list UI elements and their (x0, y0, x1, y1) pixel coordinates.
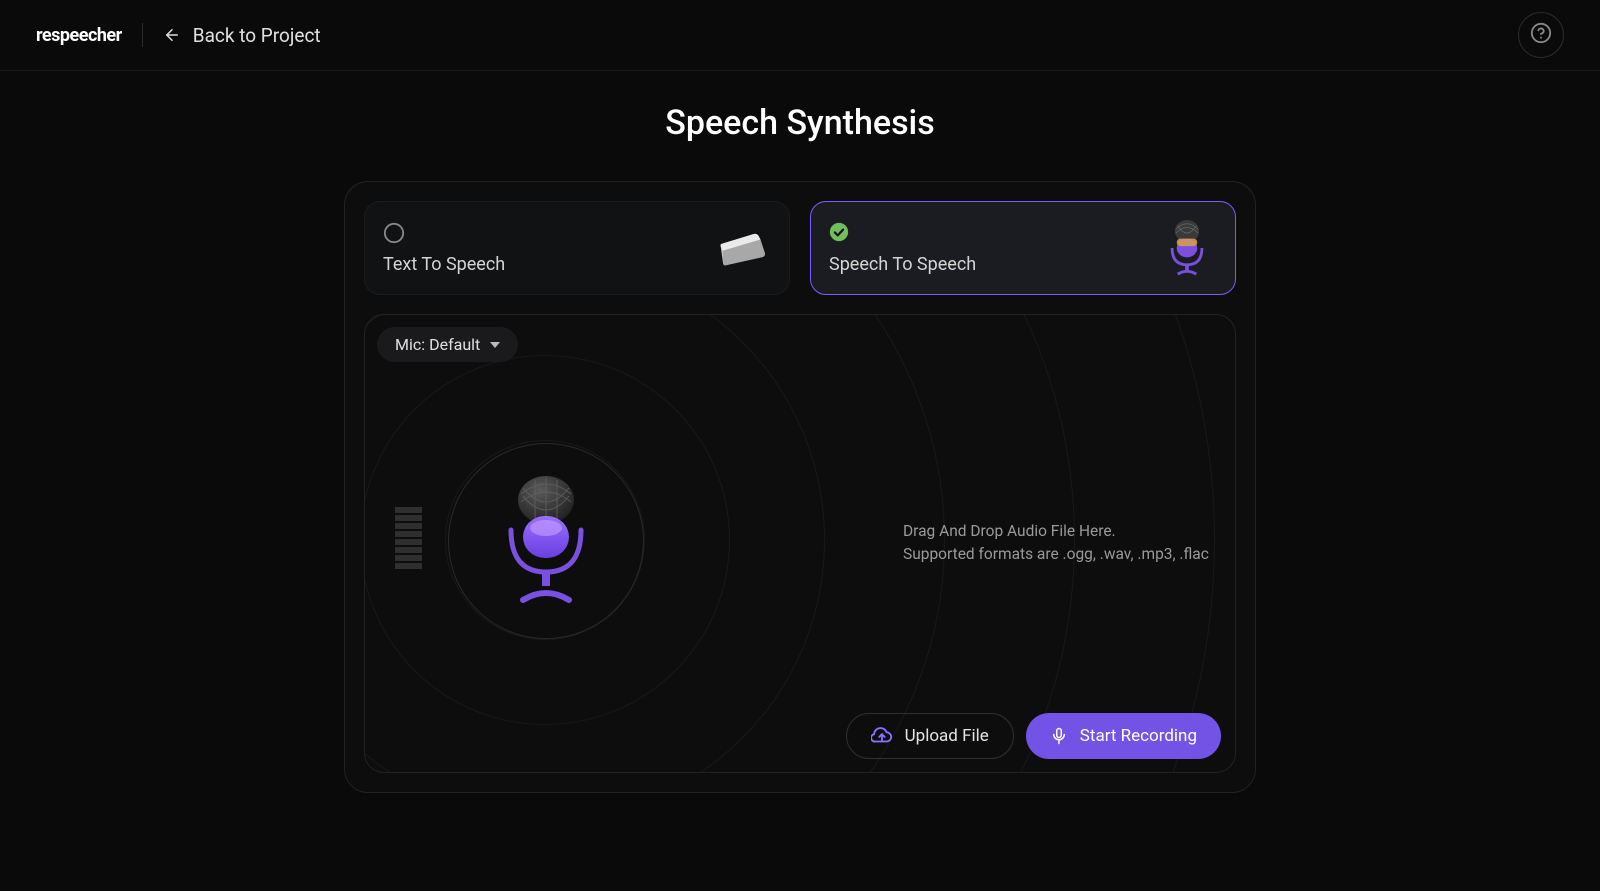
help-icon (1530, 22, 1552, 48)
start-recording-label: Start Recording (1080, 726, 1197, 746)
header-divider (142, 23, 143, 47)
recording-workspace[interactable]: Mic: Default (364, 314, 1236, 773)
cloud-upload-icon (871, 725, 893, 747)
mic-selector-dropdown[interactable]: Mic: Default (377, 327, 518, 362)
mode-sts-label: Speech To Speech (829, 254, 976, 275)
keyboard-key-icon (711, 218, 771, 278)
audio-level-meter (395, 507, 422, 569)
mode-speech-to-speech[interactable]: Speech To Speech (810, 201, 1236, 295)
microphone-visual (448, 443, 644, 639)
start-recording-button[interactable]: Start Recording (1026, 713, 1221, 759)
upload-file-button[interactable]: Upload File (846, 713, 1014, 759)
mic-selector-label: Mic: Default (395, 335, 480, 354)
drop-zone-instructions: Drag And Drop Audio File Here. Supported… (903, 520, 1209, 567)
page-title: Speech Synthesis (665, 103, 934, 143)
drop-line-2: Supported formats are .ogg, .wav, .mp3, … (903, 543, 1209, 566)
mic-icon (1050, 726, 1068, 746)
check-circle-icon (829, 222, 851, 244)
drop-line-1: Drag And Drop Audio File Here. (903, 520, 1209, 543)
synthesis-panel: Text To Speech (344, 181, 1256, 793)
back-label: Back to Project (193, 24, 321, 47)
microphone-icon (1157, 218, 1217, 278)
help-button[interactable] (1518, 12, 1564, 58)
mode-text-to-speech[interactable]: Text To Speech (364, 201, 790, 295)
upload-file-label: Upload File (905, 726, 989, 746)
logo: respeecher (36, 25, 122, 46)
radio-unselected-icon (383, 222, 405, 244)
chevron-down-icon (490, 342, 500, 348)
arrow-left-icon (163, 26, 181, 44)
back-to-project-link[interactable]: Back to Project (163, 24, 321, 47)
mode-tts-label: Text To Speech (383, 254, 505, 275)
